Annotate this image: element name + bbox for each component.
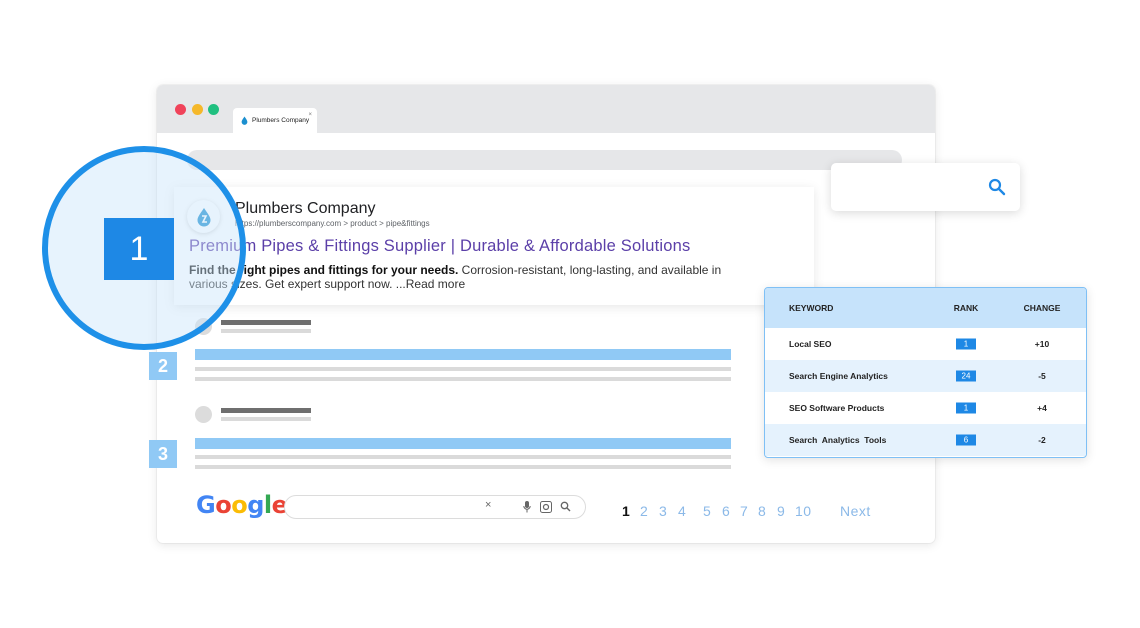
skeleton-url-line — [221, 417, 311, 421]
google-logo[interactable]: Google — [196, 491, 288, 519]
page-9-link[interactable]: 9 — [777, 503, 785, 519]
clear-icon[interactable]: × — [485, 499, 491, 511]
search-icon[interactable] — [560, 501, 571, 512]
keyword-cell: Search Analytics Tools — [789, 435, 887, 445]
address-bar[interactable] — [187, 150, 902, 170]
minimize-window-icon[interactable] — [192, 104, 203, 115]
page-6-link[interactable]: 6 — [722, 503, 730, 519]
rank-one-badge: 1 — [104, 218, 174, 280]
skeleton-favicon — [195, 406, 212, 423]
page-2-link[interactable]: 2 — [640, 503, 648, 519]
skeleton-site-line — [221, 408, 311, 413]
keyword-rank-table: KEYWORD RANK CHANGE Local SEO 1 +10 Sear… — [764, 287, 1087, 458]
page-8-link[interactable]: 8 — [758, 503, 766, 519]
google-search-input[interactable]: × — [284, 495, 586, 519]
rank-cell: 6 — [956, 434, 976, 446]
table-header: KEYWORD RANK CHANGE — [765, 288, 1086, 328]
result-description: Find the right pipes and fittings for yo… — [189, 263, 729, 291]
next-page-link[interactable]: Next — [840, 503, 871, 519]
rank-badge-2: 2 — [149, 352, 177, 380]
page-7-link[interactable]: 7 — [740, 503, 748, 519]
skeleton-title-line — [195, 349, 731, 360]
browser-tab[interactable]: Plumbers Company × — [233, 108, 317, 133]
skeleton-desc-line — [195, 465, 731, 469]
table-row: Search Analytics Tools 6 -2 — [765, 424, 1086, 456]
search-icon[interactable] — [988, 178, 1006, 196]
water-drop-icon — [241, 116, 248, 125]
page-10-link[interactable]: 10 — [795, 503, 812, 519]
keyword-cell: SEO Software Products — [789, 403, 885, 413]
skeleton-desc-line — [195, 367, 731, 371]
skeleton-desc-line — [195, 377, 731, 381]
rank-cell: 1 — [956, 402, 976, 414]
table-row: Search Engine Analytics 24 -5 — [765, 360, 1086, 392]
page-1-link[interactable]: 1 — [622, 503, 630, 519]
table-row: SEO Software Products 1 +4 — [789, 402, 1047, 414]
skeleton-site-line — [221, 320, 311, 325]
browser-titlebar: Plumbers Company × — [157, 85, 935, 133]
skeleton-desc-line — [195, 455, 731, 459]
page-5-link[interactable]: 5 — [703, 503, 711, 519]
rank-cell: 24 — [956, 370, 976, 382]
floating-search-box[interactable] — [831, 163, 1020, 211]
keyword-cell: Local SEO — [789, 339, 832, 349]
result-title-link[interactable]: Premium Pipes & Fittings Supplier | Dura… — [189, 237, 690, 256]
tab-title: Plumbers Company — [252, 117, 310, 124]
page-4-link[interactable]: 4 — [678, 503, 686, 519]
tab-close-icon[interactable]: × — [308, 112, 312, 118]
skeleton-url-line — [221, 329, 311, 333]
skeleton-title-line — [195, 438, 731, 449]
keyword-cell: Search Engine Analytics — [789, 371, 888, 381]
rank-cell: 1 — [956, 338, 976, 350]
site-name: Plumbers Company — [235, 200, 376, 217]
maximize-window-icon[interactable] — [208, 104, 219, 115]
microphone-icon[interactable] — [523, 501, 531, 513]
header-keyword: KEYWORD — [789, 303, 834, 313]
camera-lens-icon[interactable] — [540, 501, 552, 513]
site-url: https://plumberscompany.com > product > … — [235, 219, 430, 228]
page-3-link[interactable]: 3 — [659, 503, 667, 519]
close-window-icon[interactable] — [175, 104, 186, 115]
top-search-result[interactable]: Plumbers Company https://plumberscompany… — [174, 187, 814, 305]
table-row: Local SEO 1 +10 — [789, 338, 1050, 350]
rank-badge-3: 3 — [149, 440, 177, 468]
